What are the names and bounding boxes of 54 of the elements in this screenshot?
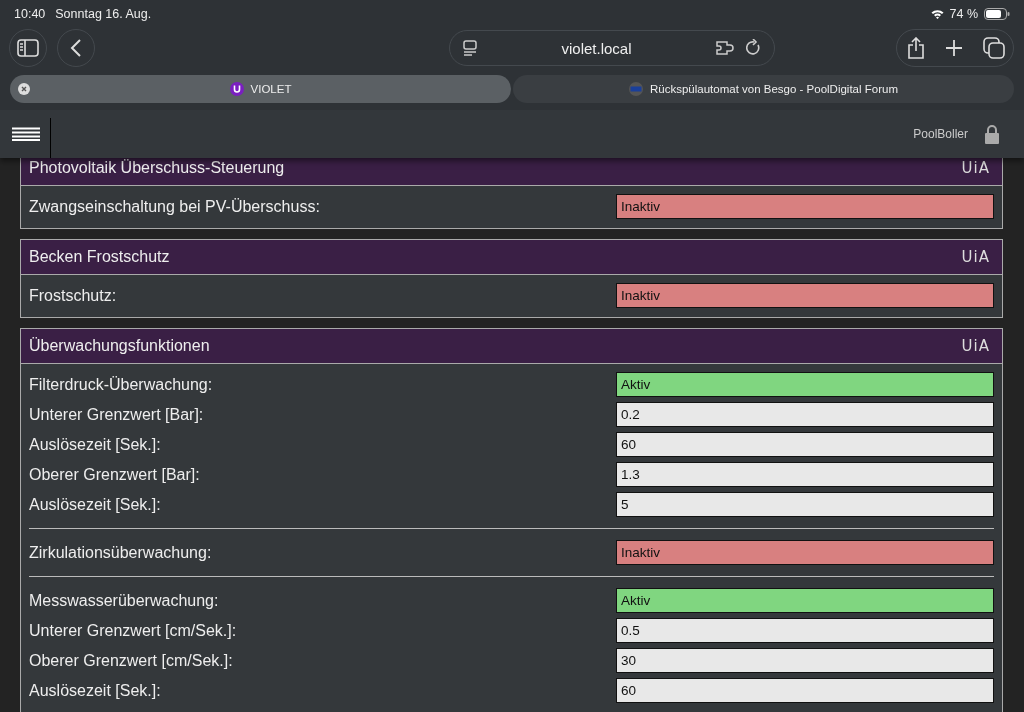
date-text: Sonntag 16. Aug. <box>55 7 152 21</box>
field-label: Filterdruck-Überwachung: <box>29 375 213 394</box>
value-field: 60 <box>616 432 994 457</box>
field-label: Unterer Grenzwert [Bar]: <box>29 405 204 424</box>
value-field: 0.2 <box>616 402 994 427</box>
field-label: Auslösezeit [Sek.]: <box>29 435 161 454</box>
field-label: Zirkulationsüberwachung: <box>29 543 212 562</box>
value-field: 30 <box>616 648 994 673</box>
reload-icon[interactable] <box>745 39 762 57</box>
value-field: 60 <box>616 678 994 703</box>
back-icon <box>70 38 82 58</box>
browser-tab[interactable]: VIOLET <box>10 75 511 103</box>
extension-icon[interactable] <box>715 40 736 56</box>
lock-icon[interactable] <box>984 124 1000 144</box>
status-field: Inaktiv <box>616 540 994 565</box>
wifi-icon <box>930 9 944 19</box>
menu-button[interactable] <box>12 127 40 141</box>
field-label: Auslösezeit [Sek.]: <box>29 495 161 514</box>
panel-logo: UiA <box>961 159 990 177</box>
user-name: PoolBoller <box>913 127 968 141</box>
value-field: 0.5 <box>616 618 994 643</box>
plus-icon[interactable] <box>945 39 963 57</box>
logo-icon <box>229 82 244 96</box>
panel-title: Becken Frostschutz <box>29 248 171 266</box>
status-field: Inaktiv <box>616 194 994 219</box>
browser-tab[interactable]: Rückspülautomat von Besgo - PoolDigital Forum <box>513 75 1014 103</box>
page-menu-icon[interactable] <box>461 40 478 56</box>
back-button[interactable] <box>57 29 95 67</box>
value-field: 1.3 <box>616 462 994 487</box>
clock-time: 10:40 <box>14 7 46 21</box>
status-field: Aktiv <box>616 588 994 613</box>
share-icon[interactable] <box>907 37 925 59</box>
sidebar-button[interactable] <box>9 29 47 67</box>
url-text: violet.local <box>560 39 633 57</box>
tabs-icon[interactable] <box>983 37 1005 59</box>
field-label: Zwangseinschaltung bei PV-Überschuss: <box>29 197 320 216</box>
battery-percent: 74 % <box>949 7 978 21</box>
sidebar-icon <box>17 39 39 57</box>
field-label: Auslösezeit [Sek.]: <box>29 681 161 700</box>
field-label: Oberer Grenzwert [Bar]: <box>29 465 200 484</box>
value-field: 5 <box>616 492 994 517</box>
field-label: Frostschutz: <box>29 286 117 305</box>
status-field: Aktiv <box>616 372 994 397</box>
field-label: Unterer Grenzwert [cm/Sek.]: <box>29 621 237 640</box>
panel-logo: UiA <box>961 337 990 355</box>
panel-title: Photovoltaik Überschuss-Steuerung <box>29 159 286 177</box>
panel-logo: UiA <box>961 248 990 266</box>
battery-icon <box>984 8 1010 20</box>
close-icon[interactable] <box>18 83 30 95</box>
field-label: Messwasserüberwachung: <box>29 591 219 610</box>
panel-title: Überwachungsfunktionen <box>29 337 211 355</box>
favicon-icon <box>629 82 643 96</box>
field-label: Oberer Grenzwert [cm/Sek.]: <box>29 651 233 670</box>
status-field: Inaktiv <box>616 283 994 308</box>
